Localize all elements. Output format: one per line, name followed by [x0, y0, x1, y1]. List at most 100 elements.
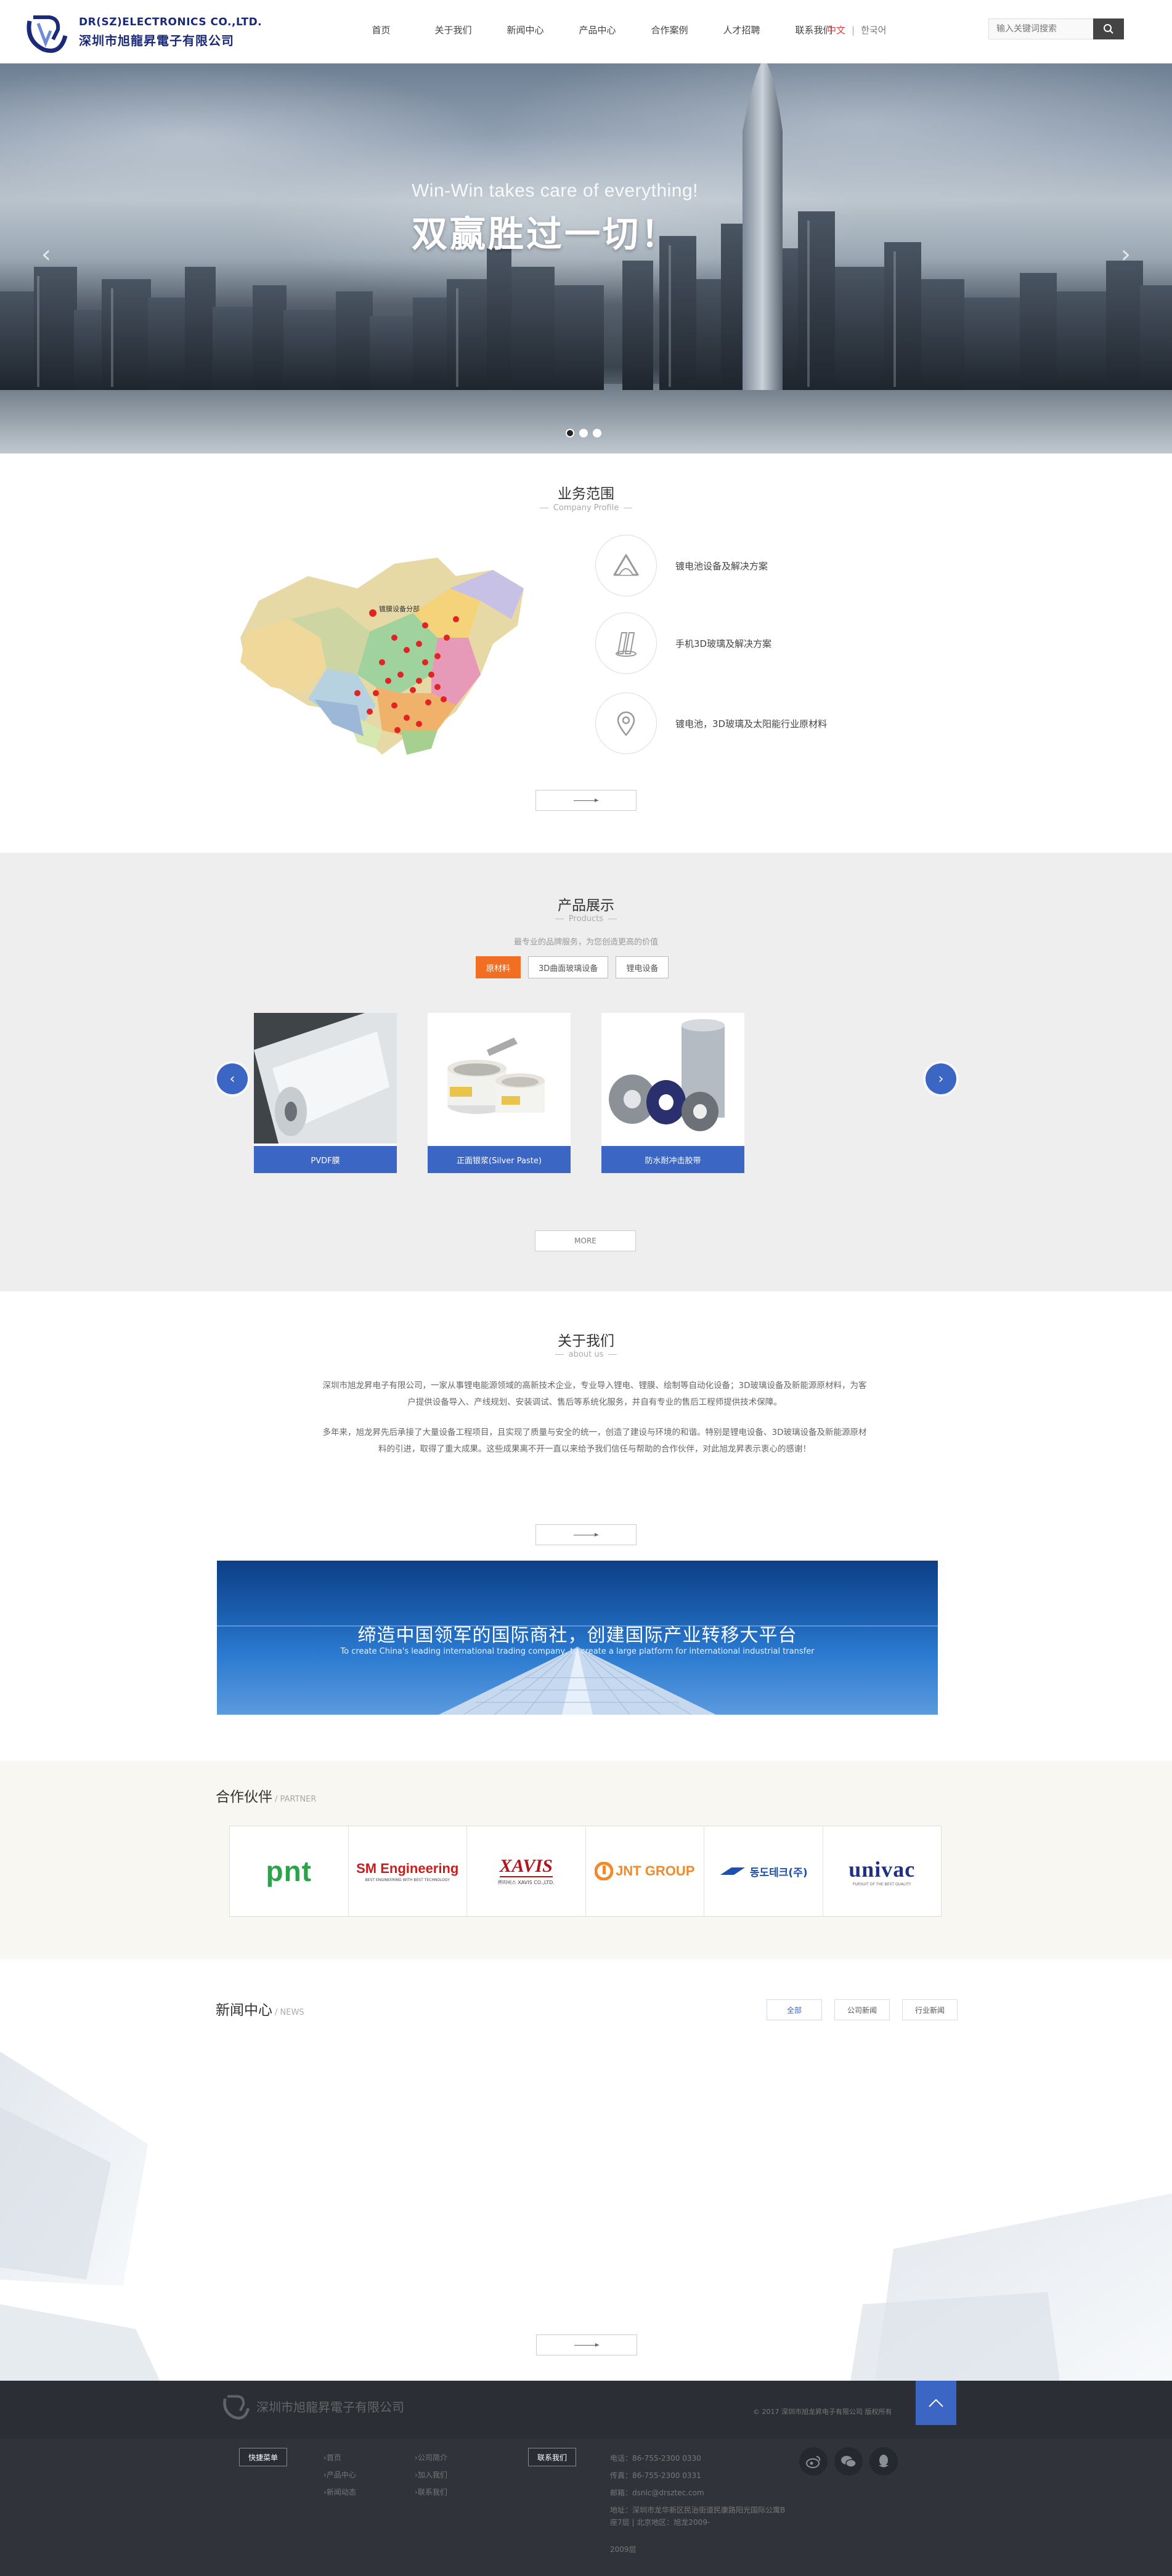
footer-contact-email[interactable]: 邮箱：dsnlc@drsztec.com — [610, 2487, 704, 2499]
qq-button[interactable] — [869, 2447, 898, 2476]
business-title: 业务范围 — [558, 486, 614, 502]
about-subtitle: about us — [568, 1350, 604, 1359]
footer-logo[interactable]: 深圳市旭龍昇電子有限公司 — [222, 2391, 404, 2421]
partners-title: 合作伙伴 — [216, 1789, 272, 1805]
product-name-2: 正面银浆(Silver Paste) — [428, 1146, 571, 1173]
footer-link-products-label: 产品中心 — [326, 2471, 356, 2479]
product-card-1[interactable]: PVDF膜 — [254, 1013, 397, 1173]
footer-link-join-label: 加入我们 — [417, 2471, 447, 2479]
product-name-1: PVDF膜 — [254, 1146, 397, 1173]
news-section — [0, 1959, 1172, 2381]
univac-tagline: PURSUIT OF THE BEST QUALITY — [852, 1882, 911, 1887]
pnt-logo-text: pnt — [266, 1855, 312, 1887]
hero-banner: Win-Win takes care of everything! 双赢胜过一切… — [0, 63, 1172, 453]
tab-battery-equipment[interactable]: 锂电设备 — [616, 956, 669, 978]
slogan-english: To create China's leading international … — [340, 1647, 815, 1656]
business-item-2[interactable]: 手机3D玻璃及解决方案 — [595, 612, 771, 674]
products-next-button[interactable]: › — [926, 1063, 956, 1094]
product-card-3[interactable]: 防水耐冲击胶带 — [601, 1013, 744, 1173]
chevron-right-icon: › — [938, 1071, 944, 1087]
weibo-button[interactable] — [799, 2447, 828, 2476]
partners-subtitle: / PARTNER — [275, 1795, 317, 1804]
nav-products[interactable]: 产品中心 — [561, 23, 633, 36]
news-tabs: 全部 公司新闻 行业新闻 — [767, 1999, 958, 2020]
qq-icon — [879, 2455, 889, 2468]
tab-3d-glass-equipment[interactable]: 3D曲面玻璃设备 — [528, 956, 609, 978]
partner-logo-pnt[interactable]: pnt — [230, 1826, 349, 1916]
partner-logo-sm-engineering[interactable]: SM Engineering BEST ENGINEERING WITH BES… — [349, 1826, 467, 1916]
footer-logo-text: 深圳市旭龍昇電子有限公司 — [256, 2399, 404, 2415]
lang-korean[interactable]: 한국어 — [861, 23, 886, 36]
footer-link-home-label: 首页 — [326, 2453, 341, 2462]
triangle-icon — [613, 554, 639, 576]
about-more-button[interactable] — [535, 1524, 637, 1545]
back-to-top-button[interactable] — [916, 2381, 956, 2425]
banner-next-arrow-icon[interactable]: › — [1117, 242, 1135, 267]
partner-logo-dongdo[interactable]: 동도테크(주) — [704, 1826, 823, 1916]
footer-link-news-label: 新闻动态 — [326, 2488, 356, 2497]
banner-headline-cn: 双赢胜过一切！ — [412, 213, 680, 255]
nav-home[interactable]: 首页 — [345, 23, 417, 36]
product-card-2[interactable]: 正面银浆(Silver Paste) — [428, 1013, 571, 1173]
city-skyline-image — [0, 63, 1172, 453]
footer-link-profile-label: 公司简介 — [417, 2453, 447, 2462]
business-icon-2-wrap — [595, 612, 657, 674]
tab-raw-materials[interactable]: 原材料 — [476, 956, 521, 978]
news-subtitle: / NEWS — [275, 2008, 304, 2017]
news-tab-company[interactable]: 公司新闻 — [834, 1999, 890, 2020]
business-label-1: 镀电池设备及解决方案 — [675, 560, 768, 572]
footer — [0, 2439, 1172, 2576]
footer-link-profile[interactable]: ›公司简介 — [415, 2452, 447, 2463]
news-more-button[interactable] — [536, 2334, 637, 2355]
company-logo-icon[interactable] — [25, 9, 70, 55]
news-background-image — [0, 2052, 1172, 2381]
news-tab-all[interactable]: 全部 — [767, 1999, 822, 2020]
footer-link-join[interactable]: ›加入我们 — [415, 2469, 447, 2480]
footer-logo-icon — [223, 2395, 250, 2420]
business-more-button[interactable] — [535, 790, 637, 811]
business-subtitle-wrap: Company Profile — [0, 503, 1172, 513]
wechat-icon — [841, 2456, 857, 2468]
lang-separator: | — [852, 24, 855, 36]
search-button[interactable] — [1093, 18, 1124, 39]
business-subtitle: Company Profile — [553, 503, 619, 513]
banner-headline-en: Win-Win takes care of everything! — [412, 181, 698, 201]
dongdo-logo-text: 동도테크(주) — [749, 1866, 808, 1879]
products-prev-button[interactable]: ‹ — [217, 1063, 248, 1094]
site-header: DR(SZ)ELECTRONICS CO.,LTD. 深圳市旭龍昇電子有限公司 … — [0, 0, 1172, 63]
footer-link-contact[interactable]: ›联系我们 — [415, 2487, 447, 2497]
product-image-1 — [254, 1013, 397, 1144]
banner-dot-2[interactable] — [579, 429, 588, 437]
banner-dot-3[interactable] — [593, 429, 601, 437]
partners-title-wrap: 合作伙伴 / PARTNER — [216, 1785, 316, 1806]
partner-logo-xavis[interactable]: XAVIS ㈜자비스 XAVIS CO.,LTD. — [467, 1826, 586, 1916]
partner-logo-jnt[interactable]: JNT GROUP — [586, 1826, 704, 1916]
banner-dot-1[interactable] — [566, 429, 574, 437]
xavis-logo-text: XAVIS — [499, 1856, 553, 1877]
nav-cases[interactable]: 合作案例 — [633, 23, 706, 36]
lang-chinese[interactable]: 中文 — [827, 23, 845, 36]
products-more-button[interactable]: MORE — [535, 1230, 636, 1251]
footer-link-news[interactable]: ›新闻动态 — [324, 2487, 356, 2497]
business-label-3: 镀电池，3D玻璃及太阳能行业原材料 — [675, 718, 828, 729]
weibo-icon — [806, 2456, 821, 2468]
news-tab-industry[interactable]: 行业新闻 — [902, 1999, 958, 2020]
partner-logo-univac[interactable]: univac PURSUIT OF THE BEST QUALITY — [823, 1826, 942, 1916]
business-item-3[interactable]: 镀电池，3D玻璃及太阳能行业原材料 — [595, 693, 827, 754]
banner-pagination — [566, 429, 601, 437]
nav-careers[interactable]: 人才招聘 — [706, 23, 778, 36]
nav-news[interactable]: 新闻中心 — [489, 23, 561, 36]
footer-contact-phone: 电话：86-755-2300 0330 — [610, 2454, 701, 2463]
banner-prev-arrow-icon[interactable]: ‹ — [37, 242, 55, 267]
business-item-1[interactable]: 镀电池设备及解决方案 — [595, 535, 768, 596]
xavis-tagline: ㈜자비스 XAVIS CO.,LTD. — [497, 1880, 555, 1885]
logo-english-text: DR(SZ)ELECTRONICS CO.,LTD. — [79, 16, 262, 28]
footer-contact-fax: 传真：86-755-2300 0331 — [610, 2471, 701, 2480]
search-input[interactable] — [988, 18, 1093, 39]
wechat-button[interactable] — [834, 2447, 863, 2476]
partner-logos: pnt SM Engineering BEST ENGINEERING WITH… — [229, 1826, 942, 1917]
footer-link-home[interactable]: ›首页 — [324, 2452, 341, 2463]
nav-about[interactable]: 关于我们 — [417, 23, 489, 36]
footer-link-products[interactable]: ›产品中心 — [324, 2469, 356, 2480]
search-icon — [1104, 24, 1113, 34]
